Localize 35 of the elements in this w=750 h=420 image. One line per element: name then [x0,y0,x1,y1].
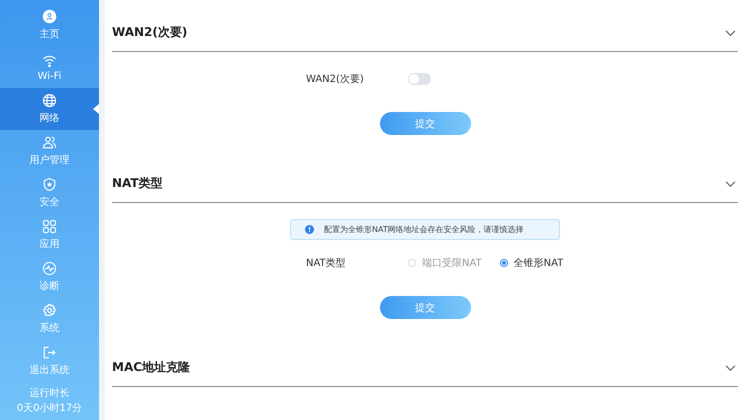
sidebar-item[interactable]: 应用 [0,214,99,256]
sidebar-item[interactable]: 诊断 [0,256,99,298]
globe-icon [42,93,57,108]
chevron-down-icon[interactable] [725,181,736,188]
sidebar-item[interactable]: 网络 [0,88,99,130]
pulse-icon [42,261,57,276]
user-icon [42,9,57,24]
alert-text: 配置为全锥形NAT网络地址会存在安全风险，请谨慎选择 [324,224,524,235]
radio-label[interactable]: 端口受限NAT [422,256,482,270]
logout-icon [42,345,57,360]
radio-label[interactable]: 全锥形NAT [514,256,564,270]
grid-icon [42,219,57,234]
sidebar-item[interactable]: 安全 [0,172,99,214]
submit-button[interactable]: 提交 [380,296,470,319]
field-label: NAT类型 [306,256,347,270]
submit-button[interactable]: 提交 [380,112,470,135]
sidebar-item[interactable]: 退出系统 [0,340,99,382]
uptime-value: 0天0小时17分 [16,402,82,415]
sidebar-item[interactable]: 主页 [0,4,99,46]
sidebar-item[interactable]: Wi-Fi [0,46,99,88]
section-title: MAC地址克隆 [112,359,190,376]
field-label: WAN2(次要) [306,73,365,86]
toggle-switch[interactable] [408,73,431,85]
users-icon [42,135,57,150]
uptime-label: 运行时长 [30,386,70,400]
chevron-down-icon[interactable] [725,30,736,37]
chevron-down-icon[interactable] [725,365,736,372]
sidebar-item[interactable]: 系统 [0,298,99,340]
radio-button[interactable] [500,259,508,267]
sidebar-item[interactable]: 用户管理 [0,130,99,172]
section-title: NAT类型 [112,175,163,192]
shield-icon [42,177,57,192]
section-title: WAN2(次要) [112,24,188,41]
info-icon [305,225,314,234]
settings-icon [42,303,57,318]
